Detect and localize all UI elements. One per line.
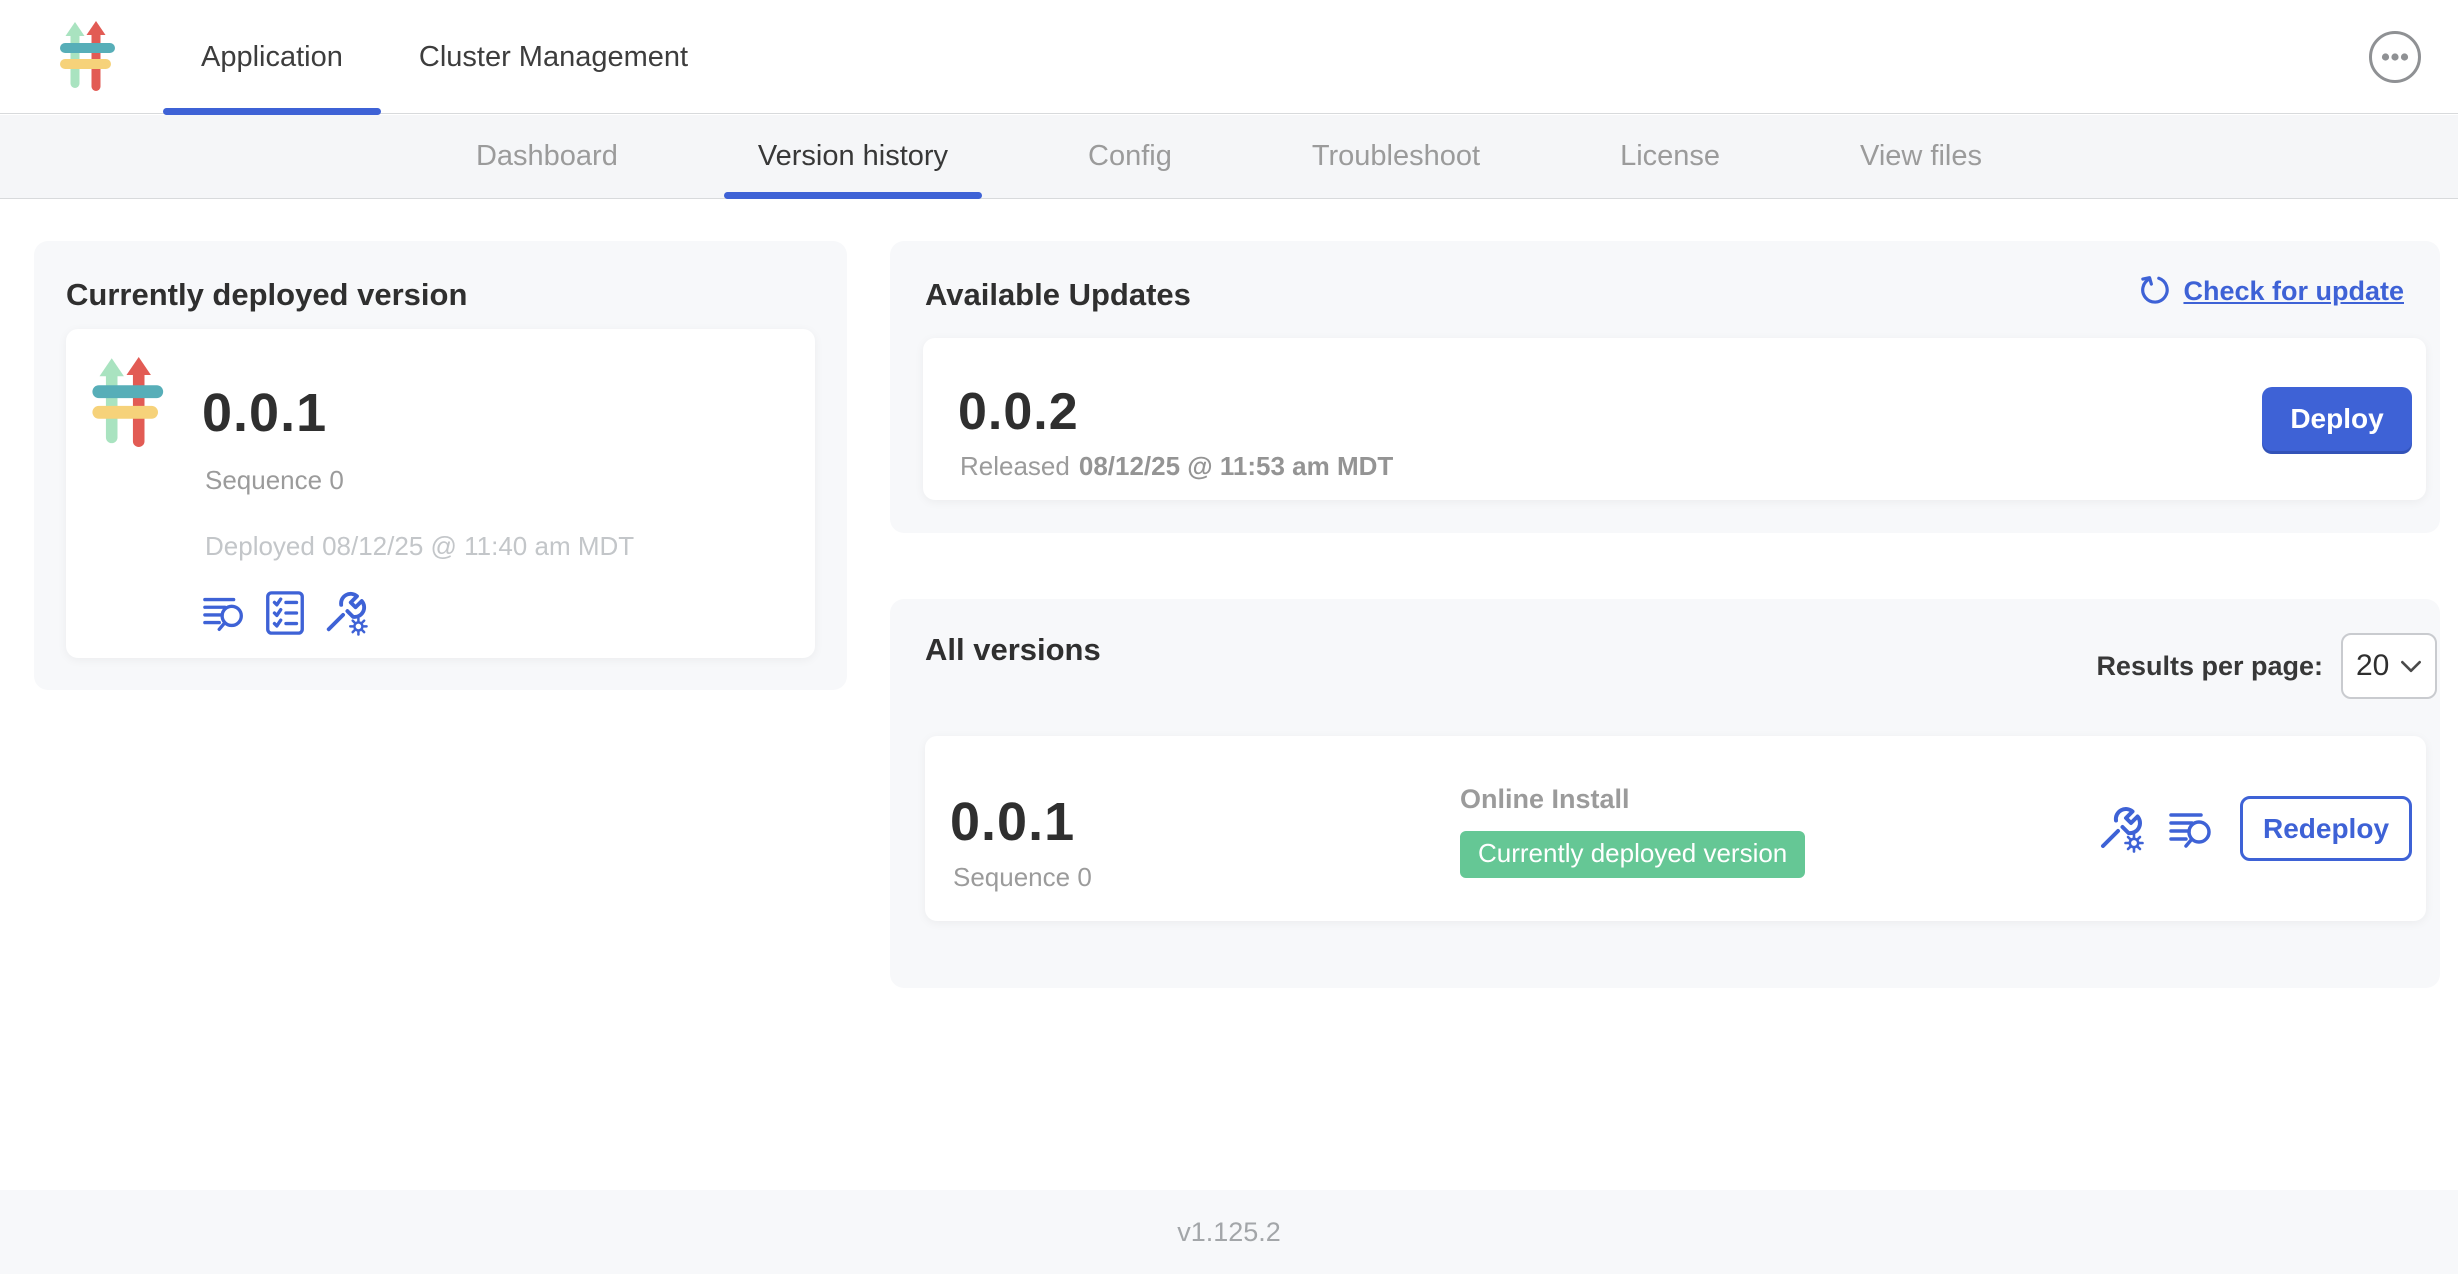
release-notes-icon[interactable] bbox=[202, 590, 248, 636]
subnav-config[interactable]: Config bbox=[1018, 115, 1242, 198]
deployed-timestamp: Deployed 08/12/25 @ 11:40 am MDT bbox=[205, 531, 634, 562]
row-actions: Redeploy bbox=[2096, 786, 2412, 871]
tab-cluster-management-label: Cluster Management bbox=[419, 41, 688, 74]
subnav-view-files-label: View files bbox=[1860, 140, 1982, 173]
edit-config-icon[interactable] bbox=[322, 590, 368, 636]
top-navigation: Application Cluster Management bbox=[163, 0, 726, 114]
results-per-page-value: 20 bbox=[2356, 649, 2389, 683]
deployed-sequence: Sequence 0 bbox=[205, 465, 344, 496]
released-label: Released bbox=[960, 451, 1070, 481]
tab-application-label: Application bbox=[201, 41, 343, 74]
update-released-timestamp: Released 08/12/25 @ 11:53 am MDT bbox=[960, 451, 1393, 482]
currently-deployed-card: Currently deployed version 0.0.1 Sequenc… bbox=[34, 241, 847, 690]
app-footer: v1.125.2 bbox=[0, 1190, 2458, 1274]
deployed-version-actions bbox=[202, 590, 368, 636]
subnav-troubleshoot[interactable]: Troubleshoot bbox=[1242, 115, 1550, 198]
app-header: Application Cluster Management bbox=[0, 0, 2458, 114]
update-version-number: 0.0.2 bbox=[958, 382, 1079, 442]
results-per-page: Results per page: 20 bbox=[2096, 633, 2437, 699]
row-version-number: 0.0.1 bbox=[950, 791, 1075, 853]
app-logo-arrows-icon bbox=[60, 20, 120, 92]
row-sequence: Sequence 0 bbox=[953, 862, 1092, 893]
subnav-dashboard-label: Dashboard bbox=[476, 140, 618, 173]
subnav-version-history-label: Version history bbox=[758, 140, 948, 173]
install-type-label: Online Install bbox=[1460, 784, 1805, 815]
console-version: v1.125.2 bbox=[1177, 1217, 1281, 1248]
subnav-view-files[interactable]: View files bbox=[1790, 115, 2052, 198]
subnav-version-history[interactable]: Version history bbox=[688, 115, 1018, 198]
all-versions-card: All versions Results per page: 20 0.0.1 … bbox=[890, 599, 2440, 988]
subnav-config-label: Config bbox=[1088, 140, 1172, 173]
ellipsis-menu-icon[interactable] bbox=[2368, 30, 2422, 84]
currently-deployed-badge: Currently deployed version bbox=[1460, 831, 1805, 878]
results-per-page-select[interactable]: 20 bbox=[2341, 633, 2437, 699]
deploy-button[interactable]: Deploy bbox=[2262, 387, 2412, 451]
row-install-info: Online Install Currently deployed versio… bbox=[1460, 784, 1805, 878]
subnav-license-label: License bbox=[1620, 140, 1720, 173]
chevron-down-icon bbox=[2400, 660, 2422, 673]
results-per-page-label: Results per page: bbox=[2096, 651, 2323, 682]
release-notes-icon[interactable] bbox=[2168, 805, 2216, 853]
deployed-version-number: 0.0.1 bbox=[202, 382, 327, 444]
available-updates-title: Available Updates bbox=[925, 277, 1191, 313]
currently-deployed-title: Currently deployed version bbox=[66, 277, 467, 313]
redeploy-button[interactable]: Redeploy bbox=[2240, 796, 2412, 861]
app-subnav: Dashboard Version history Config Trouble… bbox=[0, 115, 2458, 199]
all-versions-title: All versions bbox=[925, 632, 1101, 668]
tab-cluster-management[interactable]: Cluster Management bbox=[381, 0, 726, 114]
preflight-checks-icon[interactable] bbox=[262, 590, 308, 636]
subnav-license[interactable]: License bbox=[1550, 115, 1790, 198]
version-row: 0.0.1 Sequence 0 Online Install Currentl… bbox=[925, 736, 2426, 921]
subnav-troubleshoot-label: Troubleshoot bbox=[1312, 140, 1480, 173]
released-date: 08/12/25 @ 11:53 am MDT bbox=[1079, 451, 1393, 481]
edit-config-icon[interactable] bbox=[2096, 805, 2144, 853]
app-logo-arrows-icon bbox=[92, 357, 170, 447]
check-for-update-label: Check for update bbox=[2183, 276, 2404, 307]
tab-application[interactable]: Application bbox=[163, 0, 381, 114]
update-row: 0.0.2 Released 08/12/25 @ 11:53 am MDT De… bbox=[923, 338, 2426, 500]
check-for-update-link[interactable]: Check for update bbox=[2137, 274, 2404, 308]
subnav-dashboard[interactable]: Dashboard bbox=[406, 115, 688, 198]
available-updates-card: Available Updates Check for update 0.0.2… bbox=[890, 241, 2440, 533]
currently-deployed-version-panel: 0.0.1 Sequence 0 Deployed 08/12/25 @ 11:… bbox=[66, 329, 815, 658]
refresh-icon bbox=[2137, 274, 2171, 308]
